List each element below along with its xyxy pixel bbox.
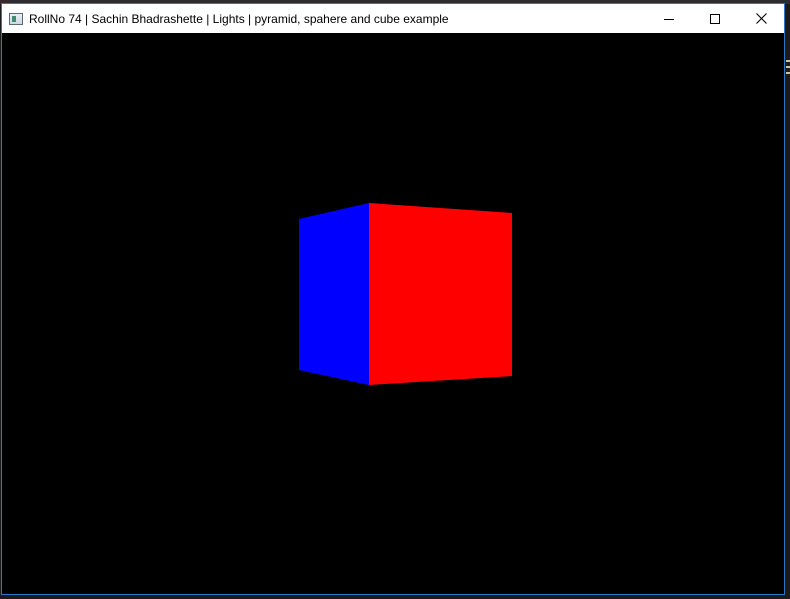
app-window: RollNo 74 | Sachin Bhadrashette | Lights… (1, 3, 785, 595)
title-bar[interactable]: RollNo 74 | Sachin Bhadrashette | Lights… (2, 4, 784, 33)
maximize-icon (710, 13, 720, 24)
minimize-icon (664, 18, 674, 20)
opengl-viewport[interactable] (2, 33, 784, 594)
cube-side-face (299, 203, 369, 385)
maximize-button[interactable] (692, 4, 738, 33)
cube (299, 203, 512, 385)
app-icon[interactable] (9, 12, 23, 25)
ide-editor-edge (786, 60, 790, 100)
close-icon (755, 13, 767, 24)
close-button[interactable] (738, 4, 784, 33)
cube-front-face (369, 203, 512, 385)
scene-canvas (2, 33, 784, 594)
caption-buttons (646, 4, 784, 33)
window-title: RollNo 74 | Sachin Bhadrashette | Lights… (29, 11, 449, 26)
minimize-button[interactable] (646, 4, 692, 33)
